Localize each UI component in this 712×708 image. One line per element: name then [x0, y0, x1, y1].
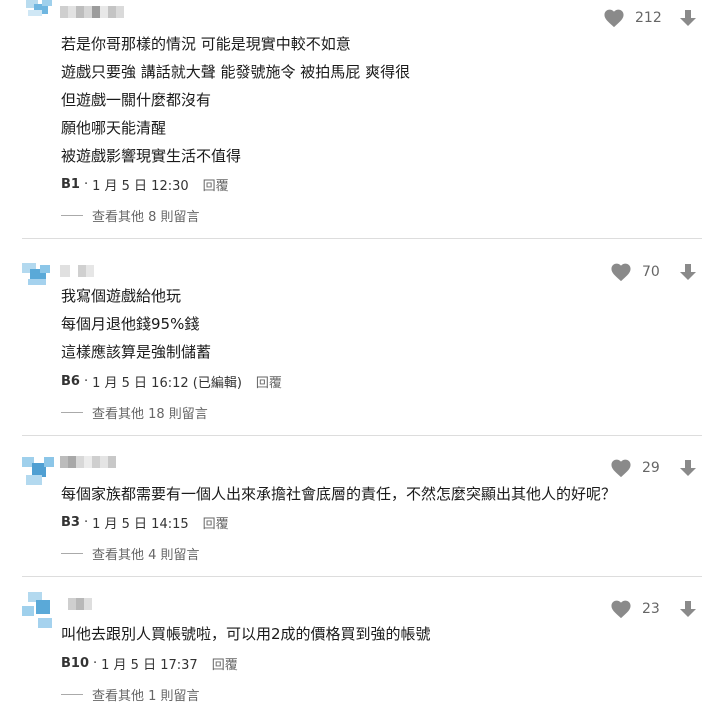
- username-blurred[interactable]: [60, 265, 94, 277]
- reply-button[interactable]: 回覆: [203, 175, 229, 194]
- floor-number[interactable]: B6: [61, 374, 80, 389]
- separator-dot: ·: [93, 656, 98, 671]
- timestamp: 1 月 5 日 17:37: [101, 658, 198, 673]
- view-more-replies[interactable]: 查看其他 18 則留言: [61, 403, 208, 422]
- like-count: 23: [642, 601, 660, 617]
- dislike-button[interactable]: [678, 458, 698, 478]
- arrow-down-icon: [680, 264, 696, 280]
- divider: [22, 576, 702, 577]
- floor-number[interactable]: B10: [61, 656, 89, 671]
- heart-icon: [611, 600, 631, 619]
- comment-text: 我寫個遊戲給他玩 每個月退他錢95%錢 這樣應該算是強制儲蓄: [61, 282, 211, 366]
- comment-line: 這樣應該算是強制儲蓄: [61, 343, 212, 361]
- reply-button[interactable]: 回覆: [256, 372, 282, 391]
- comment-line: 願他哪天能清醒: [61, 119, 167, 137]
- comment-text: 若是你哥那樣的情況 可能是現實中較不如意 遊戲只要強 講話就大聲 能發號施令 被…: [61, 30, 410, 170]
- separator-dot: ·: [83, 177, 89, 192]
- separator-dot: ·: [83, 515, 89, 530]
- comment-line: 被遊戲影響現實生活不值得: [61, 147, 242, 165]
- floor-number[interactable]: B1: [61, 177, 80, 192]
- arrow-down-icon: [680, 460, 696, 476]
- view-more-replies[interactable]: 查看其他 8 則留言: [61, 206, 200, 225]
- timestamp: 1 月 5 日 14:15: [92, 517, 189, 532]
- comment-meta: B10 · 1 月 5 日 17:37 回覆: [61, 654, 238, 673]
- like-button[interactable]: 29: [610, 458, 660, 478]
- like-button[interactable]: 212: [603, 8, 662, 28]
- comment-line: 遊戲只要強 講話就大聲 能發號施令 被拍馬屁 爽得很: [61, 63, 411, 81]
- comment-meta: B1 · 1 月 5 日 12:30 回覆: [61, 175, 229, 194]
- username-blurred[interactable]: [60, 598, 92, 610]
- comment-line: 若是你哥那樣的情況 可能是現實中較不如意: [61, 35, 351, 53]
- comment-text: 每個家族都需要有一個人出來承擔社會底層的責任，不然怎麼突顯出其他人的好呢？: [61, 480, 616, 508]
- arrow-down-icon: [680, 601, 696, 617]
- floor-number[interactable]: B3: [61, 515, 80, 530]
- comment-line: 每個家族都需要有一個人出來承擔社會底層的責任，不然怎麼突顯出其他人的好呢？: [61, 485, 617, 503]
- like-button[interactable]: 23: [610, 599, 660, 619]
- view-more-label: 查看其他 4 則留言: [92, 548, 200, 563]
- like-count: 212: [635, 10, 662, 26]
- dislike-button[interactable]: [678, 599, 698, 619]
- avatar[interactable]: [22, 592, 56, 628]
- timestamp: 1 月 5 日 16:12 (已編輯): [92, 376, 242, 391]
- like-button[interactable]: 70: [610, 262, 660, 282]
- view-more-label: 查看其他 18 則留言: [92, 407, 208, 422]
- avatar[interactable]: [22, 453, 56, 487]
- username-blurred[interactable]: [60, 456, 116, 468]
- dash-line: [61, 215, 83, 216]
- view-more-label: 查看其他 1 則留言: [92, 689, 200, 704]
- comment-text: 叫他去跟別人買帳號啦，可以用2成的價格買到強的帳號: [61, 620, 431, 648]
- separator-dot: ·: [83, 374, 89, 389]
- dash-line: [61, 412, 83, 413]
- comment-meta: B3 · 1 月 5 日 14:15 回覆: [61, 513, 229, 532]
- username-blurred[interactable]: [60, 6, 124, 18]
- heart-icon: [611, 263, 631, 282]
- view-more-replies[interactable]: 查看其他 4 則留言: [61, 544, 200, 563]
- dislike-button[interactable]: [678, 262, 698, 282]
- like-count: 70: [642, 264, 660, 280]
- view-more-replies[interactable]: 查看其他 1 則留言: [61, 685, 200, 704]
- divider: [22, 435, 702, 436]
- comment-line: 叫他去跟別人買帳號啦，可以用2成的價格買到強的帳號: [61, 625, 431, 643]
- divider: [22, 238, 702, 239]
- comment-line: 我寫個遊戲給他玩: [61, 287, 182, 305]
- avatar[interactable]: [22, 255, 56, 289]
- heart-icon: [604, 9, 624, 28]
- avatar[interactable]: [22, 0, 56, 34]
- arrow-down-icon: [680, 10, 696, 26]
- dash-line: [61, 553, 83, 554]
- comment-line: 但遊戲一關什麼都沒有: [61, 91, 212, 109]
- reply-button[interactable]: 回覆: [203, 513, 229, 532]
- reply-button[interactable]: 回覆: [212, 654, 238, 673]
- dislike-button[interactable]: [678, 8, 698, 28]
- like-count: 29: [642, 460, 660, 476]
- comment-meta: B6 · 1 月 5 日 16:12 (已編輯) 回覆: [61, 372, 282, 391]
- heart-icon: [611, 459, 631, 478]
- timestamp: 1 月 5 日 12:30: [92, 179, 189, 194]
- comment-line: 每個月退他錢95%錢: [61, 315, 200, 333]
- dash-line: [61, 694, 83, 695]
- view-more-label: 查看其他 8 則留言: [92, 210, 200, 225]
